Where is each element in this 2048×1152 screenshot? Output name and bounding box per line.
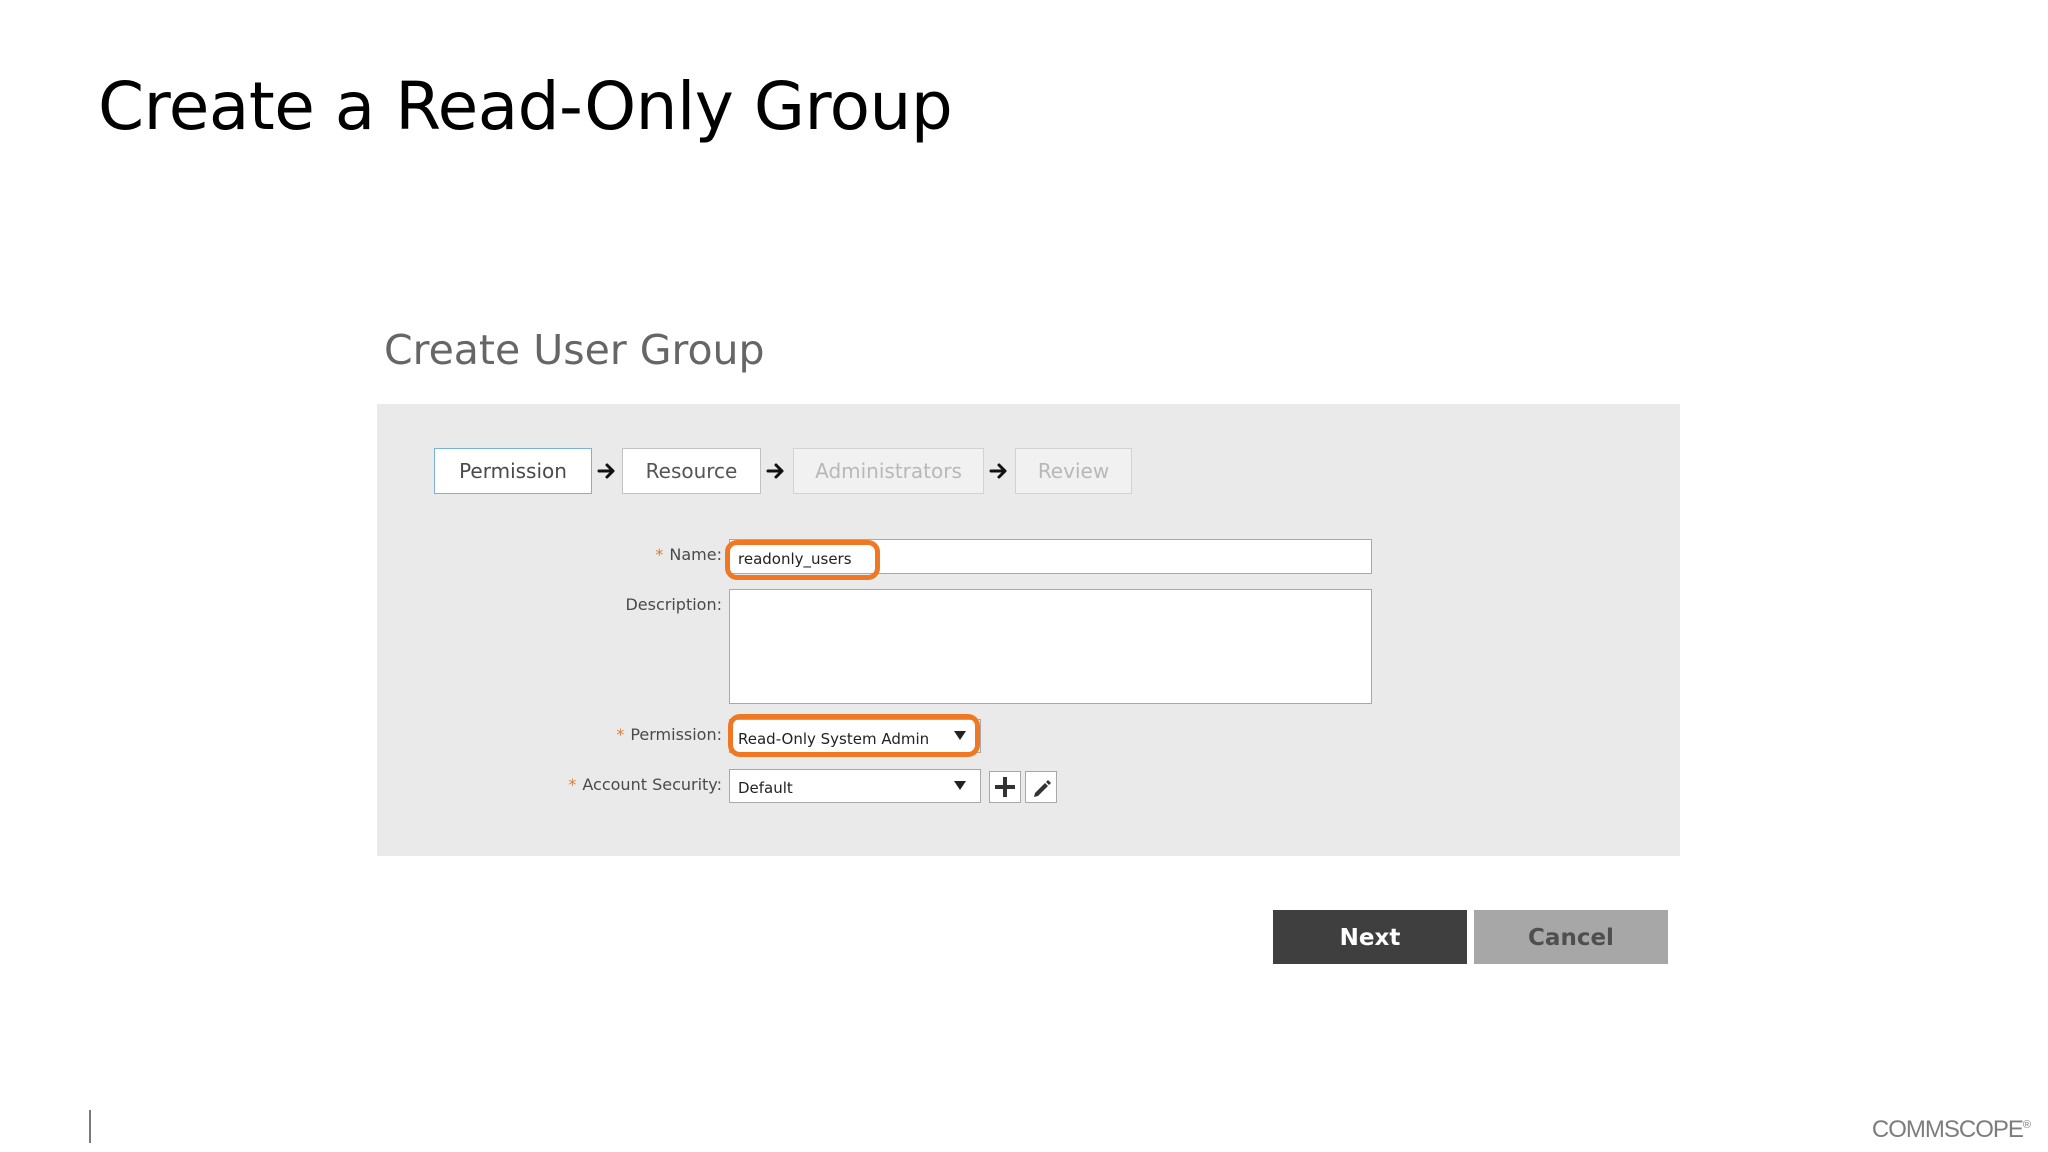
pencil-icon — [1034, 780, 1051, 797]
arrow-right-icon — [597, 463, 615, 479]
permission-label-text: Permission: — [630, 725, 722, 744]
account-security-select-value: Default — [738, 779, 793, 797]
tab-permission[interactable]: Permission — [434, 448, 592, 494]
required-marker: * — [616, 725, 625, 744]
footer-divider — [89, 1110, 91, 1143]
tab-resource[interactable]: Resource — [622, 448, 761, 494]
required-marker: * — [568, 775, 577, 794]
name-label: * Name: — [655, 545, 722, 564]
description-label: Description: — [625, 595, 722, 614]
dialog-title: Create User Group — [384, 326, 765, 374]
name-input-value: readonly_users — [738, 550, 852, 568]
required-marker: * — [655, 545, 664, 564]
commscope-logo: COMMSCOPE® — [1871, 1116, 2031, 1144]
arrow-right-icon — [989, 463, 1007, 479]
logo-text: COMMSCOPE — [1871, 1116, 2024, 1143]
plus-icon — [995, 777, 1015, 797]
cancel-button[interactable]: Cancel — [1474, 910, 1668, 964]
name-label-text: Name: — [669, 545, 722, 564]
arrow-right-icon — [766, 463, 784, 479]
logo-mark: ® — [2022, 1119, 2031, 1131]
account-security-label: * Account Security: — [568, 775, 722, 794]
tab-review[interactable]: Review — [1015, 448, 1132, 494]
description-textarea[interactable] — [729, 589, 1372, 704]
chevron-down-icon — [954, 781, 966, 790]
permission-select-value: Read-Only System Admin — [738, 730, 930, 748]
add-account-security-button[interactable] — [989, 771, 1021, 803]
chevron-down-icon — [954, 731, 966, 740]
permission-label: * Permission: — [616, 725, 722, 744]
edit-account-security-button[interactable] — [1025, 771, 1057, 803]
slide-title: Create a Read-Only Group — [98, 68, 953, 145]
next-button[interactable]: Next — [1273, 910, 1467, 964]
account-security-label-text: Account Security: — [582, 775, 722, 794]
tab-administrators[interactable]: Administrators — [793, 448, 984, 494]
